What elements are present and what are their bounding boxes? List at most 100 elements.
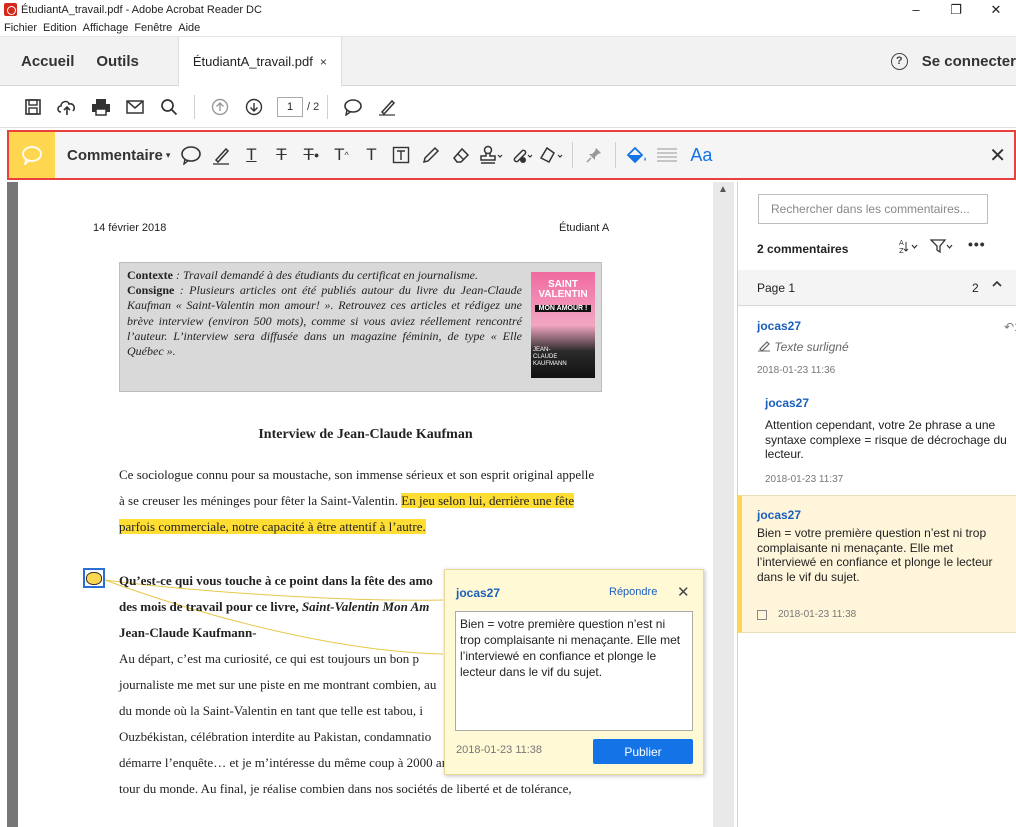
line-style-icon[interactable] [652,140,682,170]
comment-author: jocas27 [757,319,802,333]
search-comments-input[interactable]: Rechercher dans les commentaires... [758,194,988,224]
minimize-button[interactable]: – [896,0,936,19]
save-icon[interactable] [16,92,50,122]
tab-bar-right: ? Se connecter [890,37,1016,85]
toolbar-separator [194,94,195,119]
print-icon[interactable] [84,92,118,122]
comment-popup: jocas27 Répondre ✕ Bien = votre première… [444,569,704,775]
maximize-button[interactable]: ❐ [936,0,976,19]
highlight-pen-icon [758,341,770,352]
insert-text-icon[interactable]: T ^ [326,140,356,170]
reply-button[interactable]: Répondre [609,586,657,598]
font-properties-button[interactable]: Aa [686,140,716,170]
comment-checkbox[interactable] [757,610,767,620]
scroll-up-icon[interactable]: ▲ [718,184,728,195]
page-total: / 2 [307,100,320,113]
comment-timestamp: 2018-01-23 11:38 [778,609,857,620]
menu-fichier[interactable]: Fichier [4,22,37,34]
sort-icon[interactable]: AZ [898,238,920,257]
stamp-icon[interactable] [476,140,506,170]
reply-timestamp: 2018-01-23 11:37 [765,473,844,485]
comment-tool-badge [9,132,55,178]
main-toolbar: 1 / 2 [0,86,1016,128]
menu-fenetre[interactable]: Fenêtre [134,22,172,34]
upload-cloud-icon[interactable] [50,92,84,122]
comment-item[interactable]: jocas27 ↶1 Texte surligné 2018-01-23 11:… [757,319,1016,376]
comment-type-label: Texte surligné [774,340,849,354]
menu-aide[interactable]: Aide [178,22,200,34]
highlight-text-icon[interactable] [206,140,236,170]
menu-affichage[interactable]: Affichage [83,22,129,34]
toolbar-separator [572,142,574,168]
tab-tools[interactable]: Outils [85,37,150,85]
close-comment-toolbar-icon[interactable]: ✕ [989,143,1006,168]
underline-text-icon[interactable]: T [236,140,266,170]
answer-line1: Au départ, c’est ma curiosité, ce qui es… [119,651,420,666]
menu-edition[interactable]: Edition [43,22,77,34]
tab-home[interactable]: Accueil [0,37,85,85]
replace-text-icon[interactable]: T ● [296,140,326,170]
reply-author: jocas27 [765,396,810,410]
signin-button[interactable]: Se connecter [922,53,1016,70]
chevron-up-icon[interactable] [991,278,1003,293]
answer-line6: tour du monde. Au final, je réalise comb… [119,781,572,796]
filter-icon[interactable] [929,238,954,257]
page-group-header[interactable]: Page 1 2 [738,270,1016,306]
title-bar: ÉtudiantA_travail.pdf - Adobe Acrobat Re… [0,0,1016,19]
comment-reply[interactable]: jocas27 Attention cependant, votre 2e ph… [765,396,1015,485]
tab-bar: Accueil Outils ÉtudiantA_travail.pdf × ?… [0,37,1016,86]
highlight-pen-icon[interactable] [370,92,404,122]
answer-line4: Ouzbékistan, célébration interdite au Pa… [119,729,432,744]
page-group-label: Page 1 [757,281,796,295]
close-popup-icon[interactable]: ✕ [677,583,690,601]
comment-type: Texte surligné [757,340,849,354]
page-down-icon[interactable] [237,92,271,122]
reply-icon[interactable]: ↶1 [1004,320,1016,334]
add-text-glyph: T [366,145,377,164]
question1-line2-text: des mois de travail pour ce livre, [119,599,302,614]
eraser-icon[interactable] [446,140,476,170]
close-window-button[interactable]: ✕ [976,0,1016,19]
chevron-down-icon: ▾ [165,149,171,160]
attach-file-icon[interactable] [506,140,536,170]
strikethrough-text-icon[interactable]: T [266,140,296,170]
pencil-icon[interactable] [416,140,446,170]
underline-text-glyph: T [246,145,257,164]
comments-count: 2 commentaires [757,242,849,256]
shapes-icon[interactable] [536,140,566,170]
more-options-icon[interactable]: ••• [968,236,986,252]
comment-author: jocas27 [757,508,802,522]
mail-icon[interactable] [118,92,152,122]
comment-item-selected[interactable]: jocas27 Bien = votre première question n… [738,495,1016,633]
text-box-icon[interactable] [386,140,416,170]
search-icon[interactable] [152,92,186,122]
sticky-note-icon[interactable] [176,140,206,170]
publish-button[interactable]: Publier [593,739,693,764]
fill-color-icon[interactable] [622,140,652,170]
book-title-italic: Saint-Valentin Mon Am [301,599,430,614]
comment-icon[interactable] [336,92,370,122]
svg-text:Z: Z [899,247,904,254]
replace-text-glyph: T [303,145,314,164]
page-group-count: 2 [972,281,979,295]
answer-line2: journaliste me met sur une piste en me m… [119,677,437,692]
comment-textarea[interactable]: Bien = votre première question n’est ni … [455,611,693,731]
add-text-icon[interactable]: T [356,140,386,170]
close-tab-icon[interactable]: × [320,55,327,69]
comment-toolbar: Commentaire ▾ T T T ● T ^ T Aa ✕ [7,130,1016,180]
toolbar-separator [327,94,329,119]
strikethrough-text-glyph: T [276,145,287,164]
svg-text:A: A [899,239,904,247]
popup-timestamp: 2018-01-23 11:38 [456,744,543,756]
comment-menu[interactable]: Commentaire ▾ [67,147,170,164]
page-number-input[interactable]: 1 [277,96,303,117]
page-up-icon[interactable] [203,92,237,122]
help-icon[interactable]: ? [890,52,908,70]
acrobat-logo-icon [4,3,17,16]
pin-icon[interactable] [579,140,609,170]
comments-panel: Rechercher dans les commentaires... 2 co… [737,182,1016,827]
vertical-scrollbar[interactable]: ▲ [713,182,734,827]
window-title: ÉtudiantA_travail.pdf - Adobe Acrobat Re… [21,3,262,16]
toolbar-separator [615,142,617,168]
tab-document[interactable]: ÉtudiantA_travail.pdf × [177,37,342,86]
